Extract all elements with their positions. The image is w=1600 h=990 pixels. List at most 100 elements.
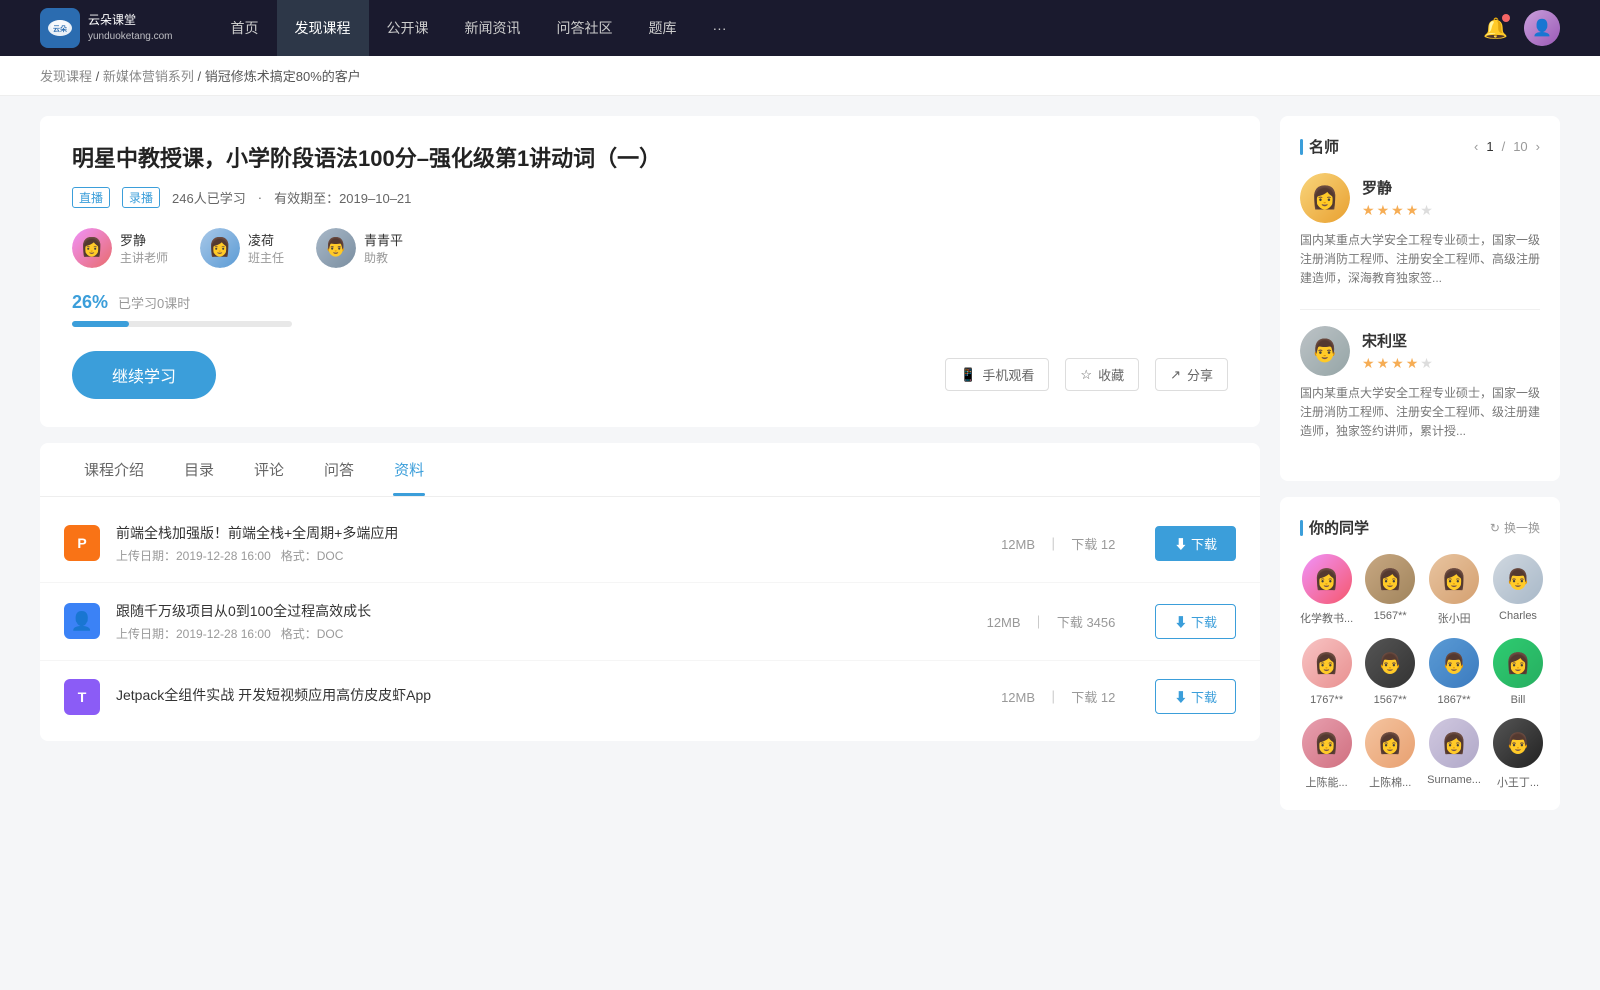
resource-item-3: T Jetpack全组件实战 开发短视频应用高仿皮皮虾App 12MB ｜ 下载… — [40, 661, 1260, 733]
classmate-10: 👩 上陈棉... — [1365, 718, 1415, 790]
teacher-2-name: 凌荷 — [248, 230, 284, 249]
classmate-11-name: Surname... — [1427, 774, 1481, 786]
user-avatar[interactable]: 👤 — [1524, 10, 1560, 46]
nav-more[interactable]: ··· — [695, 0, 745, 56]
classmate-9: 👩 上陈能... — [1300, 718, 1353, 790]
tabs-card: 课程介绍 目录 评论 问答 资料 P 前端全栈加强版！前端全栈+全周期+多端应用… — [40, 443, 1260, 741]
tab-qa[interactable]: 问答 — [304, 443, 374, 496]
teacher-2: 👩 凌荷 班主任 — [200, 228, 284, 268]
breadcrumb-discover[interactable]: 发现课程 — [40, 69, 92, 84]
nav-home[interactable]: 首页 — [213, 0, 277, 56]
collect-button[interactable]: ☆ 收藏 — [1065, 358, 1139, 391]
tab-intro[interactable]: 课程介绍 — [64, 443, 164, 496]
sidebar-teacher-1: 👩 罗静 ★ ★ ★ ★ ★ 国内某重点大学安全工程专业硕士，国家一级注册消防工… — [1300, 173, 1540, 289]
bell-icon[interactable]: 🔔 — [1483, 16, 1508, 41]
classmate-1-name: 化学教书... — [1300, 610, 1353, 626]
tab-resources[interactable]: 资料 — [374, 443, 444, 496]
sidebar-teacher-1-desc: 国内某重点大学安全工程专业硕士，国家一级注册消防工程师、注册安全工程师、高级注册… — [1300, 231, 1540, 289]
mobile-icon: 📱 — [960, 367, 976, 383]
progress-bar-fill — [72, 321, 129, 327]
classmate-3-avatar: 👩 — [1429, 554, 1479, 604]
course-teachers: 👩 罗静 主讲老师 👩 凌荷 班主任 — [72, 228, 1228, 268]
resource-2-info: 跟随千万级项目从0到100全过程高效成长 上传日期：2019-12-28 16:… — [116, 601, 947, 642]
classmate-2: 👩 1567** — [1365, 554, 1415, 626]
classmate-8-name: Bill — [1511, 694, 1526, 706]
tab-comment[interactable]: 评论 — [234, 443, 304, 496]
teacher-3-role: 助教 — [364, 249, 403, 266]
refresh-icon: ↻ — [1490, 521, 1500, 535]
sidebar-teacher-2: 👨 宋利坚 ★ ★ ★ ★ ★ 国内某重点大学安全工程专业硕士，国家一级注册消防… — [1300, 326, 1540, 442]
logo-text: 云朵课堂yunduoketang.com — [88, 13, 173, 42]
sidebar-teacher-2-avatar: 👨 — [1300, 326, 1350, 376]
sidebar-teacher-2-info: 宋利坚 ★ ★ ★ ★ ★ — [1362, 330, 1433, 372]
classmate-9-avatar: 👩 — [1302, 718, 1352, 768]
navigation: 云朵 云朵课堂yunduoketang.com 首页 发现课程 公开课 新闻资讯… — [0, 0, 1600, 56]
nav-right: 🔔 👤 — [1483, 10, 1560, 46]
classmate-5-name: 1767** — [1310, 694, 1343, 706]
nav-news[interactable]: 新闻资讯 — [447, 0, 539, 56]
teacher-2-info: 凌荷 班主任 — [248, 230, 284, 266]
teachers-card-header: 名师 ‹ 1 / 10 › — [1300, 136, 1540, 157]
nav-open[interactable]: 公开课 — [369, 0, 447, 56]
classmate-4-name: Charles — [1499, 610, 1537, 622]
share-button[interactable]: ↗ 分享 — [1155, 358, 1228, 391]
resource-item-2: 👤 跟随千万级项目从0到100全过程高效成长 上传日期：2019-12-28 1… — [40, 583, 1260, 661]
nav-qa[interactable]: 问答社区 — [539, 0, 631, 56]
teacher-1-role: 主讲老师 — [120, 249, 168, 266]
teacher-1-name: 罗静 — [120, 230, 168, 249]
classmate-11-avatar: 👩 — [1429, 718, 1479, 768]
classmates-card-header: 你的同学 ↻ 换一换 — [1300, 517, 1540, 538]
tab-catalog[interactable]: 目录 — [164, 443, 234, 496]
nav-discover[interactable]: 发现课程 — [277, 0, 369, 56]
classmate-12-avatar: 👨 — [1493, 718, 1543, 768]
resource-2-download-button[interactable]: ⬇ 下载 — [1155, 604, 1236, 639]
resource-1-download-button[interactable]: ⬇ 下载 — [1155, 526, 1236, 561]
teacher-3-info: 青青平 助教 — [364, 230, 403, 266]
classmate-9-name: 上陈能... — [1306, 774, 1348, 790]
progress-studied: 已学习0课时 — [118, 293, 190, 312]
course-actions: 继续学习 📱 手机观看 ☆ 收藏 ↗ 分享 — [72, 351, 1228, 399]
teachers-total: 10 — [1513, 139, 1527, 154]
continue-learning-button[interactable]: 继续学习 — [72, 351, 216, 399]
teachers-prev-button[interactable]: ‹ — [1474, 139, 1478, 154]
sidebar-teacher-1-name: 罗静 — [1362, 177, 1433, 198]
watch-mobile-label: 手机观看 — [982, 365, 1034, 384]
nav-quiz[interactable]: 题库 — [631, 0, 695, 56]
teacher-2-avatar: 👩 — [200, 228, 240, 268]
teacher-3-name: 青青平 — [364, 230, 403, 249]
teachers-card-title: 名师 — [1300, 136, 1339, 157]
teachers-nav: ‹ 1 / 10 › — [1474, 139, 1540, 154]
classmate-7-name: 1867** — [1438, 694, 1471, 706]
classmates-card-title: 你的同学 — [1300, 517, 1369, 538]
breadcrumb-series[interactable]: 新媒体营销系列 — [103, 69, 194, 84]
classmates-refresh-button[interactable]: ↻ 换一换 — [1490, 519, 1540, 536]
share-icon: ↗ — [1170, 367, 1181, 383]
resource-3-icon: T — [64, 679, 100, 715]
resource-3-download-button[interactable]: ⬇ 下载 — [1155, 679, 1236, 714]
classmate-7-avatar: 👨 — [1429, 638, 1479, 688]
sidebar-teacher-2-name: 宋利坚 — [1362, 330, 1433, 351]
resource-1-stats: 12MB ｜ 下载 12 — [997, 534, 1119, 553]
classmate-11: 👩 Surname... — [1427, 718, 1481, 790]
sidebar-teacher-1-avatar: 👩 — [1300, 173, 1350, 223]
classmate-10-name: 上陈棉... — [1369, 774, 1411, 790]
resource-list: P 前端全栈加强版！前端全栈+全周期+多端应用 上传日期：2019-12-28 … — [40, 497, 1260, 741]
divider-1 — [1300, 309, 1540, 310]
share-label: 分享 — [1187, 365, 1213, 384]
resource-2-meta: 上传日期：2019-12-28 16:00 格式：DOC — [116, 625, 947, 642]
watch-mobile-button[interactable]: 📱 手机观看 — [945, 358, 1049, 391]
sidebar-teacher-2-top: 👨 宋利坚 ★ ★ ★ ★ ★ — [1300, 326, 1540, 376]
course-header-card: 明星中教授课，小学阶段语法100分–强化级第1讲动词（一） 直播 录播 246人… — [40, 116, 1260, 427]
classmate-6-name: 1567** — [1374, 694, 1407, 706]
progress-section: 26% 已学习0课时 — [72, 292, 1228, 327]
teachers-next-button[interactable]: › — [1536, 139, 1540, 154]
validity-date: 有效期至：2019–10–21 — [274, 188, 411, 207]
student-count: 246人已学习 — [172, 188, 246, 207]
logo[interactable]: 云朵 云朵课堂yunduoketang.com — [40, 8, 173, 48]
notification-dot — [1502, 14, 1510, 22]
resource-3-stats: 12MB ｜ 下载 12 — [997, 687, 1119, 706]
resource-1-icon: P — [64, 525, 100, 561]
classmate-12: 👨 小王丁... — [1493, 718, 1543, 790]
classmate-1-avatar: 👩 — [1302, 554, 1352, 604]
star-icon: ☆ — [1080, 367, 1092, 383]
